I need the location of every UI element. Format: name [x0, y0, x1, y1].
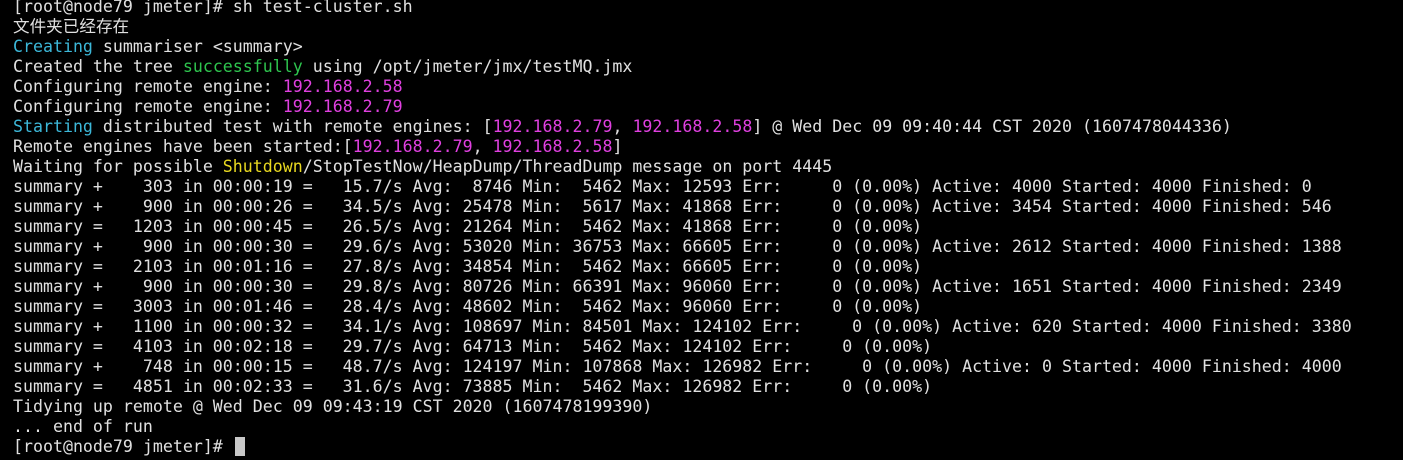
terminal-text: summary = 2103 in 00:01:16 = 27.8/s Avg:…: [13, 257, 923, 276]
terminal-text: ,: [472, 137, 493, 156]
terminal-line: Waiting for possible Shutdown/StopTestNo…: [13, 157, 1403, 177]
terminal-line: summary + 748 in 00:00:15 = 48.7/s Avg: …: [13, 357, 1403, 377]
terminal-cursor: [234, 437, 245, 456]
highlighted-text: 192.168.2.58: [492, 137, 613, 156]
terminal-line: summary + 900 in 00:00:30 = 29.6/s Avg: …: [13, 237, 1403, 257]
terminal-text: summary = 3003 in 00:01:46 = 28.4/s Avg:…: [13, 297, 923, 316]
terminal-line: summary = 2103 in 00:01:16 = 27.8/s Avg:…: [13, 257, 1403, 277]
terminal-line: Starting distributed test with remote en…: [13, 117, 1403, 137]
terminal-window[interactable]: [root@node79 jmeter]# sh test-cluster.sh…: [0, 0, 1403, 457]
highlighted-text: 192.168.2.58: [632, 117, 753, 136]
terminal-text: [root@node79 jmeter]#: [13, 437, 233, 456]
terminal-line: summary = 3003 in 00:01:46 = 28.4/s Avg:…: [13, 297, 1403, 317]
terminal-line: [root@node79 jmeter]#: [13, 437, 1403, 457]
terminal-text: summary + 1100 in 00:00:32 = 34.1/s Avg:…: [13, 317, 1352, 336]
terminal-line: ... end of run: [13, 417, 1403, 437]
terminal-text: [root@node79 jmeter]# sh test-cluster.sh: [13, 0, 413, 16]
terminal-text: ,: [612, 117, 633, 136]
terminal-text: Created the tree: [13, 57, 183, 76]
terminal-text: 文件夹已经存在: [13, 17, 130, 36]
highlighted-text: Creating: [13, 37, 93, 56]
terminal-line: summary = 4103 in 00:02:18 = 29.7/s Avg:…: [13, 337, 1403, 357]
highlighted-text: Shutdown: [222, 157, 303, 176]
highlighted-text: 192.168.2.58: [282, 77, 403, 96]
terminal-line: Configuring remote engine: 192.168.2.79: [13, 97, 1403, 117]
terminal-text: Configuring remote engine:: [13, 77, 283, 96]
highlighted-text: Starting: [13, 117, 93, 136]
terminal-text: summary = 1203 in 00:00:45 = 26.5/s Avg:…: [13, 217, 923, 236]
highlighted-text: successfully: [182, 57, 303, 76]
terminal-line: summary = 1203 in 00:00:45 = 26.5/s Avg:…: [13, 217, 1403, 237]
highlighted-text: 192.168.2.79: [492, 117, 613, 136]
terminal-line: 文件夹已经存在: [13, 17, 1403, 37]
terminal-line: summary + 900 in 00:00:26 = 34.5/s Avg: …: [13, 197, 1403, 217]
terminal-line: Configuring remote engine: 192.168.2.58: [13, 77, 1403, 97]
terminal-line: summary + 900 in 00:00:30 = 29.8/s Avg: …: [13, 277, 1403, 297]
terminal-text: ]: [612, 137, 623, 156]
terminal-text: ... end of run: [13, 417, 153, 436]
terminal-text: summary = 4851 in 00:02:33 = 31.6/s Avg:…: [13, 377, 933, 396]
highlighted-text: 192.168.2.79: [352, 137, 473, 156]
terminal-output: [root@node79 jmeter]# sh test-cluster.sh…: [13, 0, 1403, 457]
terminal-text: summary = 4103 in 00:02:18 = 29.7/s Avg:…: [13, 337, 933, 356]
terminal-line: Creating summariser <summary>: [13, 37, 1403, 57]
terminal-text: summary + 900 in 00:00:26 = 34.5/s Avg: …: [13, 197, 1332, 216]
terminal-text: Tidying up remote @ Wed Dec 09 09:43:19 …: [13, 397, 653, 416]
terminal-line: Created the tree successfully using /opt…: [13, 57, 1403, 77]
terminal-text: using /opt/jmeter/jmx/testMQ.jmx: [302, 57, 633, 76]
terminal-line: summary + 1100 in 00:00:32 = 34.1/s Avg:…: [13, 317, 1403, 337]
terminal-line: Tidying up remote @ Wed Dec 09 09:43:19 …: [13, 397, 1403, 417]
highlighted-text: 192.168.2.79: [282, 97, 403, 116]
terminal-line: summary = 4851 in 00:02:33 = 31.6/s Avg:…: [13, 377, 1403, 397]
terminal-text: distributed test with remote engines: [: [92, 117, 493, 136]
terminal-line: summary + 303 in 00:00:19 = 15.7/s Avg: …: [13, 177, 1403, 197]
terminal-text: summary + 748 in 00:00:15 = 48.7/s Avg: …: [13, 357, 1342, 376]
terminal-text: summary + 900 in 00:00:30 = 29.8/s Avg: …: [13, 277, 1342, 296]
terminal-text: ] @ Wed Dec 09 09:40:44 CST 2020 (160747…: [752, 117, 1232, 136]
terminal-text: Remote engines have been started:[: [13, 137, 353, 156]
terminal-text: summary + 900 in 00:00:30 = 29.6/s Avg: …: [13, 237, 1342, 256]
terminal-text: /StopTestNow/HeapDump/ThreadDump message…: [302, 157, 833, 176]
terminal-text: summary + 303 in 00:00:19 = 15.7/s Avg: …: [13, 177, 1312, 196]
terminal-line: Remote engines have been started:[192.16…: [13, 137, 1403, 157]
terminal-line: [root@node79 jmeter]# sh test-cluster.sh: [13, 0, 1403, 17]
terminal-text: Configuring remote engine:: [13, 97, 283, 116]
terminal-text: Waiting for possible: [13, 157, 223, 176]
terminal-text: summariser <summary>: [92, 37, 303, 56]
